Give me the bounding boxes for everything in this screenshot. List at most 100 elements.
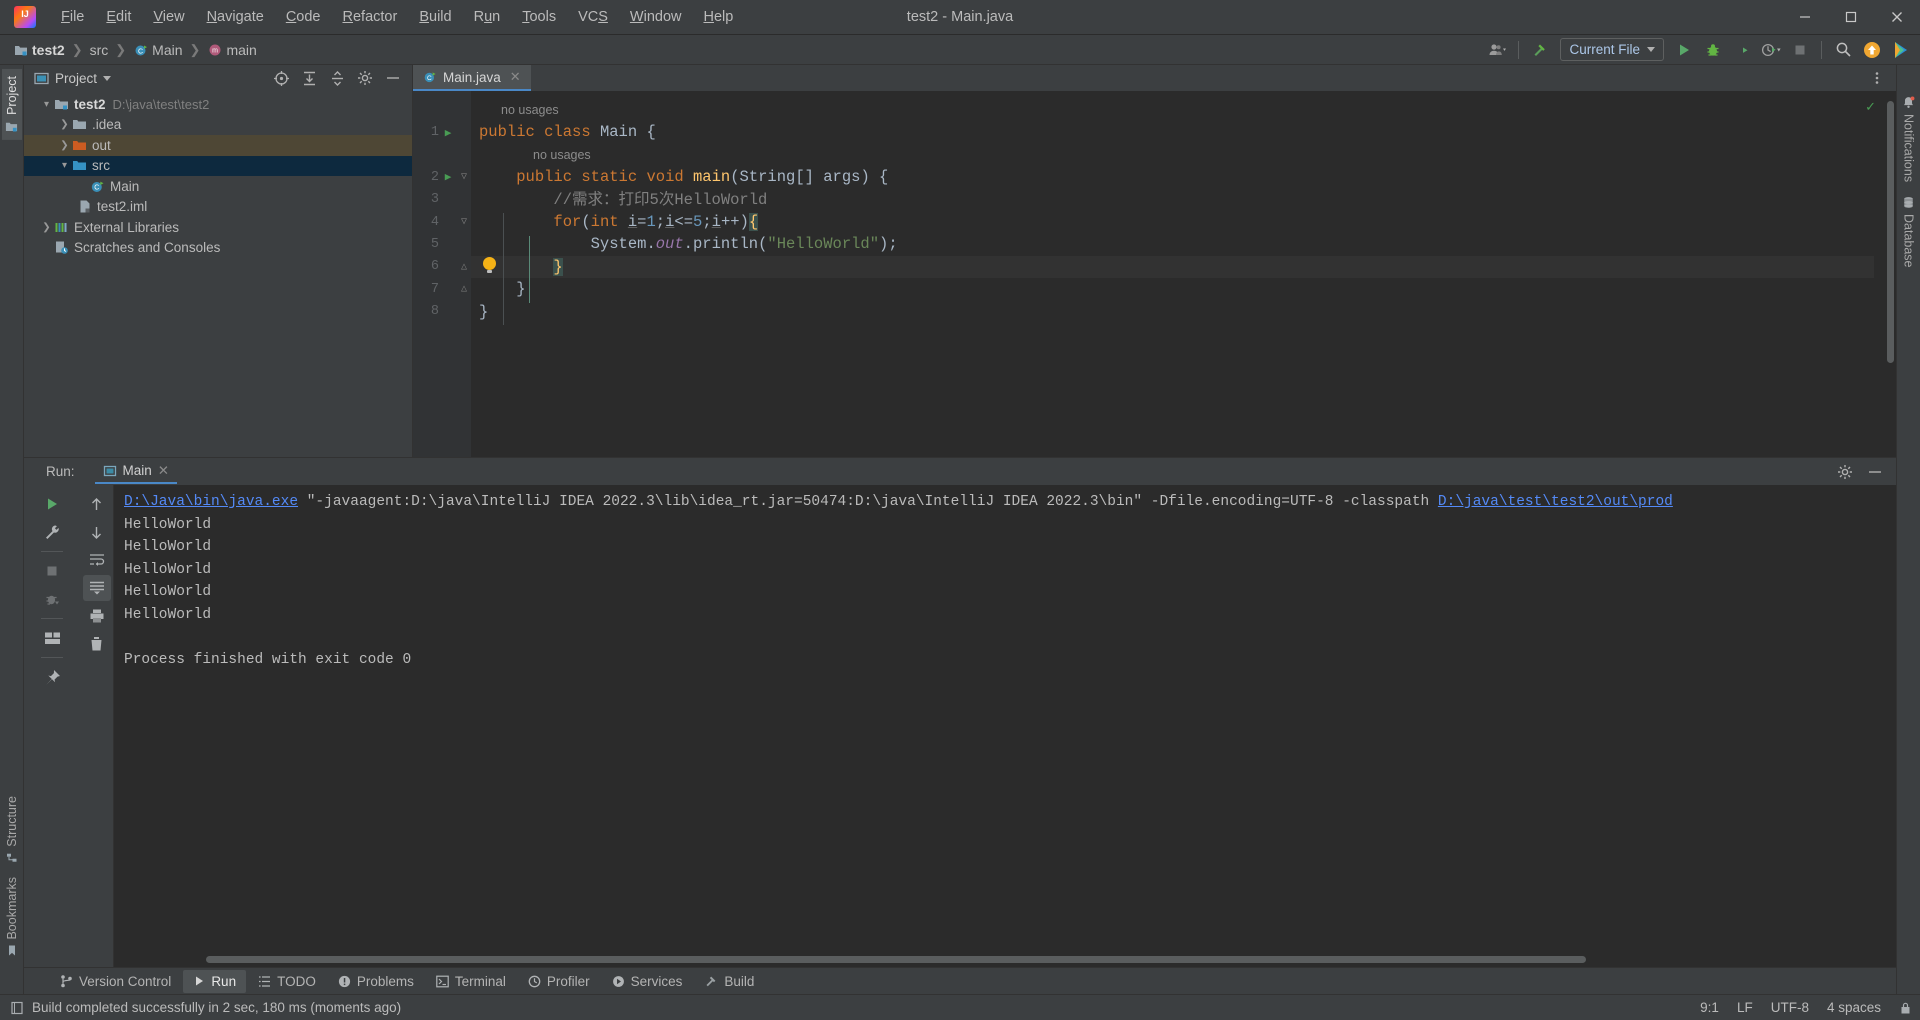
- sidebar-item-bookmarks[interactable]: Bookmarks: [2, 870, 22, 964]
- hide-panel-icon[interactable]: [380, 66, 406, 90]
- run-icon[interactable]: [1671, 38, 1697, 62]
- hide-panel-icon[interactable]: [1862, 460, 1888, 484]
- close-icon[interactable]: ✕: [510, 69, 521, 85]
- menu-refactor[interactable]: Refactor: [332, 5, 409, 29]
- run-configuration-selector[interactable]: Current File: [1560, 38, 1664, 61]
- classpath-link[interactable]: D:\java\test\test2\out\prod: [1438, 494, 1673, 510]
- tree-row[interactable]: ❯ .idea: [24, 115, 412, 136]
- code-line-7[interactable]: }: [471, 278, 1874, 300]
- breadcrumb-item-class[interactable]: C Main: [130, 41, 185, 59]
- code-line-5[interactable]: System.out.println("HelloWorld");: [471, 233, 1874, 255]
- code-line-8[interactable]: }: [471, 301, 1874, 323]
- select-opened-file-icon[interactable]: [268, 66, 294, 90]
- code-line-6[interactable]: }: [471, 255, 1874, 279]
- down-stack-button[interactable]: [83, 519, 111, 545]
- stop-button[interactable]: [38, 558, 66, 584]
- indent-setting[interactable]: 4 spaces: [1827, 1000, 1881, 1015]
- pin-tab-button[interactable]: [38, 664, 66, 690]
- up-stack-button[interactable]: [83, 491, 111, 517]
- code-content[interactable]: no usages public class Main { no usages …: [471, 91, 1874, 457]
- tool-tab-terminal[interactable]: Terminal: [426, 970, 516, 993]
- run-gutter-icon[interactable]: ▶: [439, 126, 457, 140]
- close-button[interactable]: [1874, 0, 1920, 34]
- caret-position[interactable]: 9:1: [1700, 1000, 1719, 1015]
- gutter-line-7[interactable]: 7 △: [413, 278, 471, 300]
- tree-row[interactable]: ▾ test2 D:\java\test\test2: [24, 94, 412, 115]
- rerun-button[interactable]: [38, 491, 66, 517]
- updates-icon[interactable]: [1859, 38, 1885, 62]
- profiler-icon[interactable]: [1758, 38, 1784, 62]
- breadcrumb-item-src[interactable]: src: [87, 41, 112, 59]
- inspection-ok-icon[interactable]: ✓: [1865, 99, 1876, 115]
- fold-marker[interactable]: ▽: [457, 216, 471, 228]
- clear-all-button[interactable]: [83, 631, 111, 657]
- tool-tab-profiler[interactable]: Profiler: [518, 970, 600, 993]
- project-tree[interactable]: ▾ test2 D:\java\test\test2 ❯ .idea ❯ out…: [24, 91, 412, 457]
- editor-body[interactable]: 1 ▶ 2 ▶ ▽ 3 4 ▽ 5 6 △ 7 △ 8 no usages pu…: [413, 91, 1896, 457]
- debug-attach-button[interactable]: [38, 586, 66, 612]
- sidebar-item-database[interactable]: Database: [1899, 189, 1919, 275]
- code-line-4[interactable]: for(int i=1;i<=5;i++){: [471, 211, 1874, 233]
- chevron-down-icon[interactable]: ▾: [58, 160, 71, 171]
- user-group-icon[interactable]: [1484, 38, 1510, 62]
- soft-wrap-button[interactable]: [83, 547, 111, 573]
- menu-window[interactable]: Window: [619, 5, 693, 29]
- search-everywhere-icon[interactable]: [1830, 38, 1856, 62]
- sidebar-item-notifications[interactable]: Notifications: [1899, 89, 1919, 189]
- tool-tab-version-control[interactable]: Version Control: [50, 970, 181, 993]
- menu-view[interactable]: View: [142, 5, 195, 29]
- menu-tools[interactable]: Tools: [511, 5, 567, 29]
- tree-row[interactable]: test2.iml: [24, 197, 412, 218]
- more-options-icon[interactable]: [1864, 66, 1890, 90]
- chevron-right-icon[interactable]: ❯: [58, 119, 71, 130]
- menu-vcs[interactable]: VCS: [567, 5, 619, 29]
- fold-marker[interactable]: △: [457, 261, 471, 273]
- gutter-line-6[interactable]: 6 △: [413, 256, 471, 278]
- gutter-line-4[interactable]: 4 ▽: [413, 211, 471, 233]
- run-console[interactable]: D:\Java\bin\java.exe "-javaagent:D:\java…: [114, 485, 1746, 967]
- menu-file[interactable]: File: [50, 5, 95, 29]
- gutter-line-5[interactable]: 5: [413, 233, 471, 255]
- chevron-right-icon[interactable]: ❯: [58, 140, 71, 151]
- menu-edit[interactable]: Edit: [95, 5, 142, 29]
- minimize-button[interactable]: [1782, 0, 1828, 34]
- breadcrumb-item-project[interactable]: test2: [10, 41, 68, 59]
- sidebar-item-project[interactable]: Project: [1, 69, 22, 140]
- settings-gear-icon[interactable]: [352, 66, 378, 90]
- edit-configuration-button[interactable]: [38, 519, 66, 545]
- intention-bulb-icon[interactable]: [483, 257, 496, 273]
- line-separator[interactable]: LF: [1737, 1000, 1753, 1015]
- scroll-to-end-button[interactable]: [82, 575, 111, 601]
- file-encoding[interactable]: UTF-8: [1771, 1000, 1809, 1015]
- fold-marker[interactable]: ▽: [457, 171, 471, 183]
- tool-tab-build[interactable]: Build: [694, 970, 764, 993]
- gutter-line-3[interactable]: 3: [413, 189, 471, 211]
- menu-help[interactable]: Help: [692, 5, 744, 29]
- chevron-right-icon[interactable]: ❯: [40, 222, 53, 233]
- tree-row[interactable]: Scratches and Consoles: [24, 238, 412, 259]
- gutter-line-2[interactable]: 2 ▶ ▽: [413, 166, 471, 188]
- collapse-all-icon[interactable]: [324, 66, 350, 90]
- run-coverage-icon[interactable]: [1729, 38, 1755, 62]
- editor-tab-main-java[interactable]: C Main.java ✕: [413, 65, 531, 91]
- java-exe-link[interactable]: D:\Java\bin\java.exe: [124, 494, 298, 510]
- tree-row[interactable]: ❯ External Libraries: [24, 217, 412, 238]
- maximize-button[interactable]: [1828, 0, 1874, 34]
- lock-icon[interactable]: [1899, 1001, 1912, 1015]
- debug-icon[interactable]: [1700, 38, 1726, 62]
- sidebar-item-structure[interactable]: Structure: [2, 789, 22, 871]
- tree-row[interactable]: C Main: [24, 176, 412, 197]
- breadcrumb-item-method[interactable]: m main: [204, 41, 259, 59]
- build-hammer-icon[interactable]: [1527, 38, 1553, 62]
- layout-button[interactable]: [38, 625, 66, 651]
- fold-marker[interactable]: △: [457, 283, 471, 295]
- close-icon[interactable]: ✕: [158, 463, 169, 479]
- code-line-2[interactable]: public static void main(String[] args) {: [471, 166, 1874, 188]
- code-line-3[interactable]: //需求：打印5次HelloWorld: [471, 189, 1874, 211]
- tree-row[interactable]: ❯ out: [24, 135, 412, 156]
- editor-vertical-scrollbar[interactable]: [1887, 101, 1894, 363]
- chevron-down-icon[interactable]: ▾: [40, 99, 53, 110]
- stop-icon[interactable]: [1787, 38, 1813, 62]
- editor-right-rail[interactable]: ✓: [1865, 91, 1896, 457]
- tree-row[interactable]: ▾ src: [24, 155, 412, 176]
